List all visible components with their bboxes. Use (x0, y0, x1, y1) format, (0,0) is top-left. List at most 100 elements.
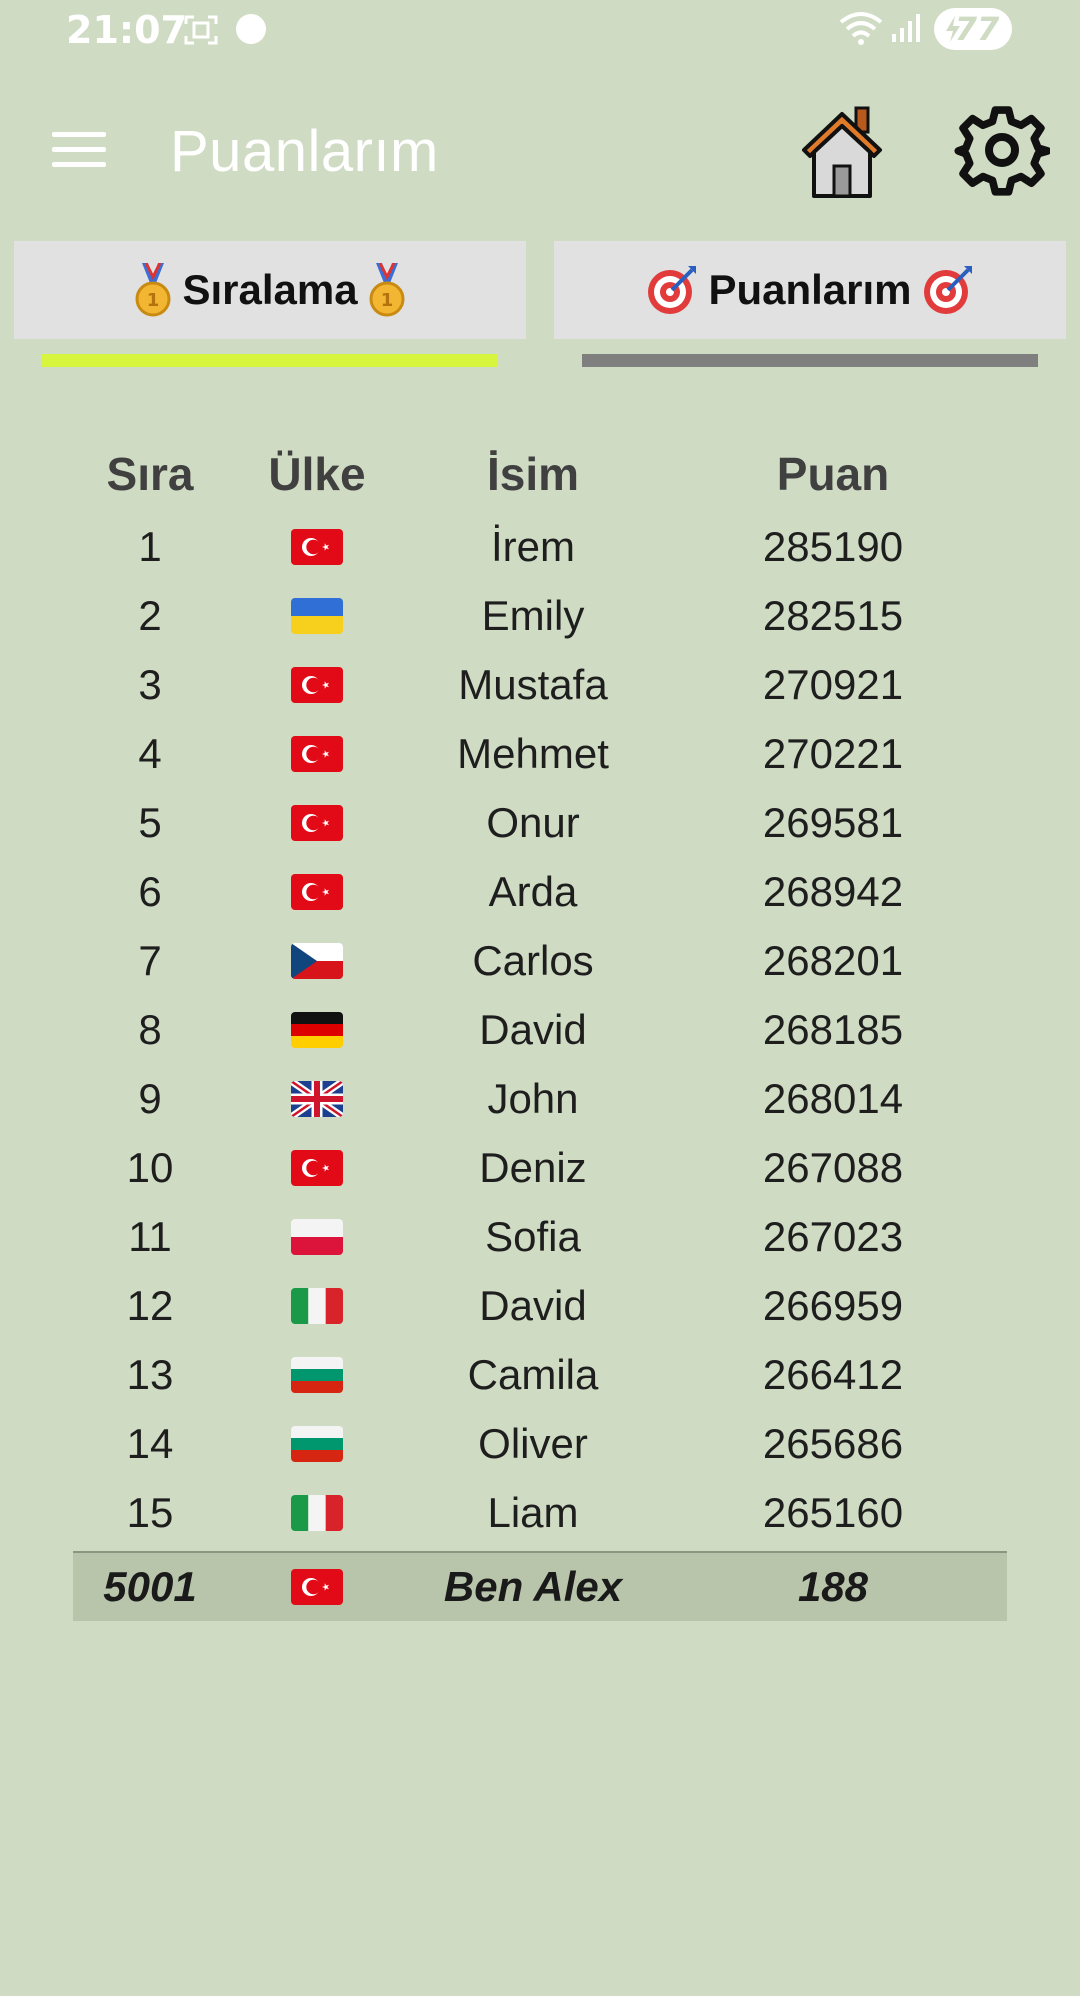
row-flag (269, 597, 365, 634)
row-rank: 11 (128, 1212, 172, 1260)
row-rank: 6 (138, 867, 162, 915)
row-score: 266412 (762, 1350, 904, 1398)
turkey-flag-icon (291, 804, 343, 841)
row-flag (269, 1425, 365, 1462)
row-score: 285190 (762, 522, 904, 570)
table-row: 8 David 268185 (73, 995, 1007, 1064)
status-bar: 21:07 77 (0, 0, 1080, 60)
row-score: 268185 (762, 1005, 904, 1053)
tab-ranking-indicator (42, 354, 498, 367)
medal-icon: 1 (135, 263, 171, 317)
row-score: 267023 (762, 1212, 904, 1260)
row-name: Liam (487, 1488, 579, 1536)
row-name: Arda (488, 867, 578, 915)
row-name: Mehmet (457, 729, 609, 777)
row-rank: 5 (138, 798, 162, 846)
row-flag (269, 1494, 365, 1531)
row-name: Onur (486, 798, 580, 846)
turkey-flag-icon (291, 666, 343, 703)
row-score: 267088 (762, 1143, 904, 1191)
row-name: Camila (467, 1350, 599, 1398)
row-rank: 13 (126, 1350, 174, 1398)
row-flag (269, 1149, 365, 1186)
header-score: Puan (776, 448, 890, 500)
table-row: 5 Onur 269581 (73, 788, 1007, 857)
charging-bolt-icon (946, 16, 960, 42)
turkey-flag-icon (291, 1569, 343, 1605)
tab-my-scores[interactable]: Puanlarım (554, 241, 1066, 339)
table-body: 1 İrem 285190 2 Emily 282515 3 Mustafa 270921 4 Me… (73, 512, 1007, 1547)
row-rank: 14 (126, 1419, 174, 1467)
row-name: Emily (481, 591, 585, 639)
uk-flag-icon (291, 1080, 343, 1117)
header-rank: Sıra (106, 448, 194, 500)
row-flag (269, 666, 365, 703)
row-name: David (479, 1005, 587, 1053)
app-bar: Puanlarım (0, 80, 1080, 220)
row-rank: 8 (138, 1005, 162, 1053)
row-rank: 9 (138, 1074, 162, 1122)
table-row: 9 John 268014 (73, 1064, 1007, 1133)
row-score: 282515 (762, 591, 904, 639)
header-name: İsim (486, 448, 580, 500)
turkey-flag-icon (291, 735, 343, 772)
row-rank: 1 (138, 522, 162, 570)
table-row: 4 Mehmet 270221 (73, 719, 1007, 788)
italy-flag-icon (291, 1494, 343, 1531)
table-row: 1 İrem 285190 (73, 512, 1007, 581)
row-name: İrem (491, 522, 575, 570)
current-user-rank: 5001 (103, 1563, 197, 1610)
gear-icon[interactable] (954, 102, 1050, 198)
row-score: 268201 (762, 936, 904, 984)
row-flag (269, 1287, 365, 1324)
table-row: 2 Emily 282515 (73, 581, 1007, 650)
bulgaria-flag-icon (291, 1425, 343, 1462)
wifi-icon (839, 12, 883, 45)
table-row: 3 Mustafa 270921 (73, 650, 1007, 719)
row-flag (269, 804, 365, 841)
row-score: 270221 (762, 729, 904, 777)
czech-flag-icon (291, 942, 343, 979)
row-name: Oliver (478, 1419, 588, 1467)
turkey-flag-icon (291, 1149, 343, 1186)
bulgaria-flag-icon (291, 1356, 343, 1393)
row-flag (269, 1218, 365, 1255)
row-score: 270921 (762, 660, 904, 708)
leaderboard-table: Sıra Ülke İsim Puan 1 İrem 285190 2 Emily 282… (73, 436, 1007, 1621)
tab-my-scores-label: Puanlarım (708, 266, 912, 313)
home-icon[interactable] (794, 102, 890, 202)
row-name: Deniz (479, 1143, 587, 1191)
row-name: Mustafa (458, 660, 608, 708)
row-name: David (479, 1281, 587, 1329)
table-row: 14 Oliver 265686 (73, 1409, 1007, 1478)
target-icon (923, 266, 972, 314)
row-score: 269581 (762, 798, 904, 846)
header-country: Ülke (268, 448, 366, 500)
medal-icon: 1 (369, 263, 405, 317)
row-rank: 10 (126, 1143, 174, 1191)
target-icon (648, 266, 697, 314)
screenshot-icon (184, 15, 218, 45)
tab-ranking[interactable]: 1 Sıralama 1 (14, 241, 526, 339)
poland-flag-icon (291, 1218, 343, 1255)
table-row: 7 Carlos 268201 (73, 926, 1007, 995)
tab-ranking-label: Sıralama (182, 266, 358, 313)
row-rank: 2 (138, 591, 162, 639)
signal-icon (892, 14, 920, 42)
battery-indicator: 77 (934, 8, 1012, 50)
row-name: Sofia (485, 1212, 581, 1260)
ukraine-flag-icon (291, 597, 343, 634)
current-user-score: 188 (797, 1563, 869, 1610)
row-rank: 3 (138, 660, 162, 708)
svg-text:1: 1 (147, 290, 160, 311)
turkey-flag-icon (291, 528, 343, 565)
row-flag (269, 1011, 365, 1048)
table-row: 10 Deniz 267088 (73, 1133, 1007, 1202)
row-score: 268014 (762, 1074, 904, 1122)
tab-my-scores-indicator (582, 354, 1038, 367)
row-rank: 12 (126, 1281, 174, 1329)
menu-icon[interactable] (52, 132, 106, 168)
page-title: Puanlarım (170, 119, 439, 184)
italy-flag-icon (291, 1287, 343, 1324)
row-name: Carlos (472, 936, 594, 984)
